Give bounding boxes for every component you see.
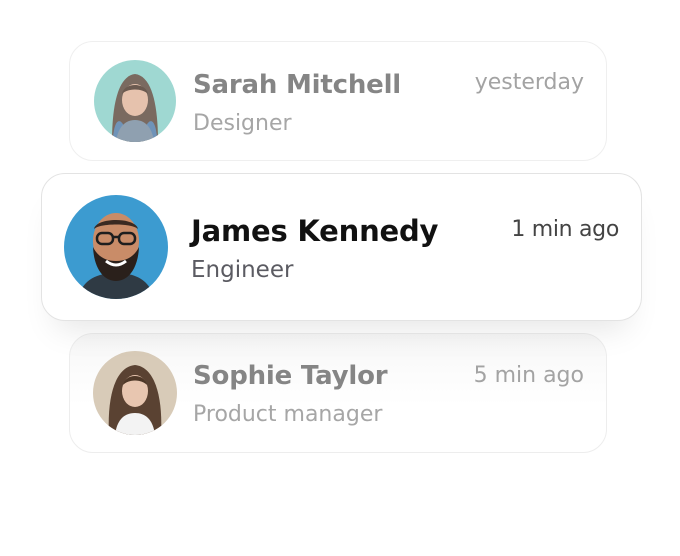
contact-role: Engineer — [191, 257, 294, 283]
contact-card-sarah-mitchell[interactable]: Sarah Mitchell Designer yesterday — [69, 41, 607, 161]
contact-timestamp: yesterday — [474, 70, 584, 95]
avatar-sarah-mitchell — [94, 60, 176, 142]
contact-role: Product manager — [193, 402, 383, 427]
contact-timestamp: 1 min ago — [511, 217, 619, 242]
contact-card-james-kennedy[interactable]: James Kennedy Engineer 1 min ago — [41, 173, 642, 321]
contact-role: Designer — [193, 111, 292, 136]
contact-name: Sarah Mitchell — [193, 70, 401, 100]
contact-card-sophie-taylor[interactable]: Sophie Taylor Product manager 5 min ago — [69, 333, 607, 453]
contact-name: James Kennedy — [191, 214, 439, 248]
avatar-sophie-taylor — [93, 351, 177, 435]
avatar-james-kennedy — [64, 195, 168, 299]
contact-name: Sophie Taylor — [193, 361, 388, 391]
contact-timestamp: 5 min ago — [473, 363, 584, 388]
